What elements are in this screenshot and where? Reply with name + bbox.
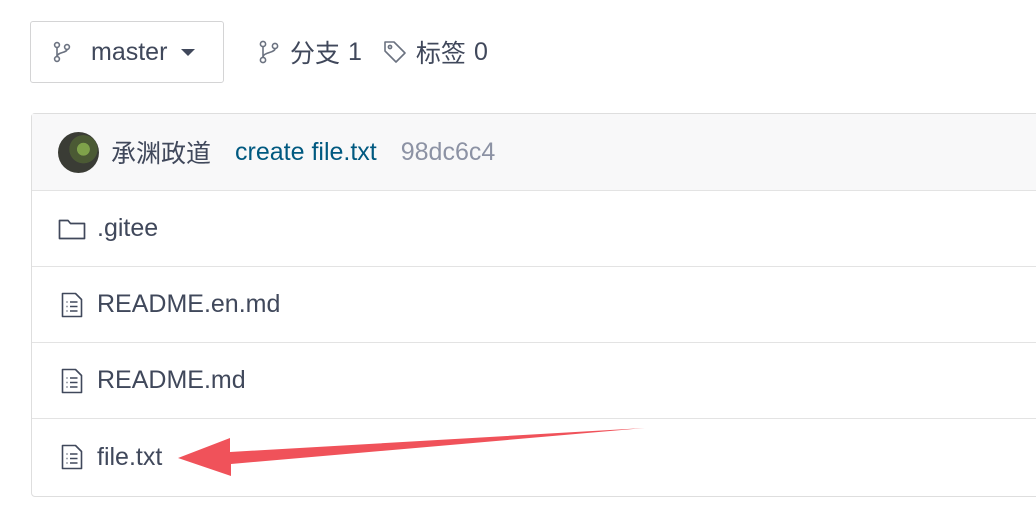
file-text-icon xyxy=(58,443,86,471)
file-name: README.md xyxy=(97,366,246,394)
branch-name: master xyxy=(91,37,168,66)
branch-select-dropdown[interactable]: master xyxy=(30,21,224,83)
branches-label: 分支 xyxy=(290,40,341,68)
file-list: 承渊政道 create file.txt 98dc6c4 .gitee READ… xyxy=(31,113,1036,497)
chevron-down-icon xyxy=(181,48,196,56)
list-item-readme-en[interactable]: README.en.md xyxy=(32,267,1036,343)
latest-commit-bar: 承渊政道 create file.txt 98dc6c4 xyxy=(32,114,1036,191)
tags-count: 0 xyxy=(473,37,488,66)
file-text-icon xyxy=(58,291,86,319)
commit-author[interactable]: 承渊政道 xyxy=(111,134,211,170)
file-text-icon xyxy=(58,367,86,395)
tags-label: 标签 xyxy=(415,40,466,68)
list-item-readme[interactable]: README.md xyxy=(32,343,1036,419)
tag-icon xyxy=(382,39,408,65)
commit-hash-link[interactable]: 98dc6c4 xyxy=(401,138,496,167)
tags-link[interactable]: 标签 0 xyxy=(382,34,488,70)
git-branch-icon xyxy=(51,41,73,63)
branches-count: 1 xyxy=(348,37,362,66)
list-item-gitee[interactable]: .gitee xyxy=(32,191,1036,267)
commit-message-link[interactable]: create file.txt xyxy=(235,138,377,167)
file-name: file.txt xyxy=(97,442,163,471)
list-item-file-txt[interactable]: file.txt xyxy=(32,419,1036,495)
git-branch-icon xyxy=(256,39,282,65)
branches-link[interactable]: 分支 1 xyxy=(256,34,362,70)
avatar[interactable] xyxy=(58,131,99,173)
folder-icon xyxy=(58,215,86,243)
branch-toolbar: master 分支 1 标签 0 xyxy=(30,20,488,84)
file-name: README.en.md xyxy=(97,290,281,318)
file-name: .gitee xyxy=(97,214,159,242)
